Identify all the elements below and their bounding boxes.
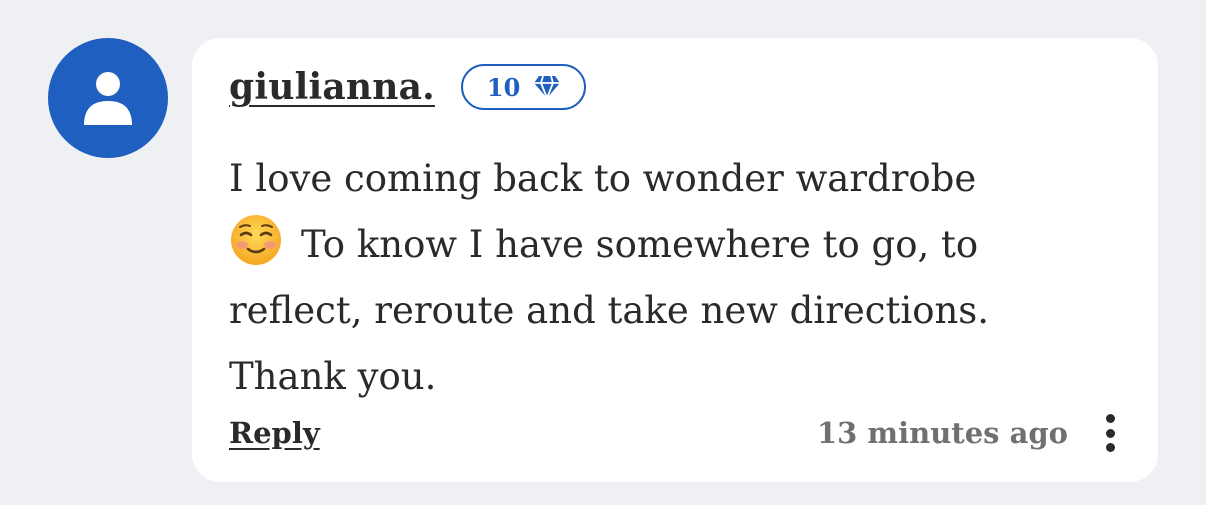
comment-line-text: To know I have somewhere to go, to (301, 223, 979, 266)
comment-timestamp: 13 minutes ago (816, 416, 1068, 450)
comment-body: I love coming back to wonder wardrobe To… (229, 146, 1129, 410)
user-silhouette-icon (84, 72, 132, 125)
gem-badge[interactable]: 10 (460, 64, 587, 110)
username-link[interactable]: giulianna. (229, 66, 435, 108)
more-dot (1105, 428, 1115, 438)
comment-card: giulianna. 10 I love coming back to wond… (192, 38, 1158, 482)
smiling-face-icon (231, 215, 281, 265)
badge-count: 10 (486, 72, 521, 102)
comment-header: giulianna. 10 (229, 62, 587, 112)
more-dot (1105, 443, 1115, 452)
comment-line: I love coming back to wonder wardrobe (229, 157, 977, 200)
reply-button[interactable]: Reply (229, 416, 320, 450)
more-vertical-icon[interactable] (1102, 412, 1118, 454)
comment-line: To know I have somewhere to go, to (229, 212, 1129, 278)
more-dot (1105, 414, 1115, 423)
comment-footer: Reply 13 minutes ago (229, 412, 1118, 454)
comment-line: Thank you. (229, 355, 437, 398)
comment-line: reflect, reroute and take new directions… (229, 289, 990, 332)
diamond-icon (534, 75, 561, 99)
avatar[interactable] (48, 38, 168, 158)
